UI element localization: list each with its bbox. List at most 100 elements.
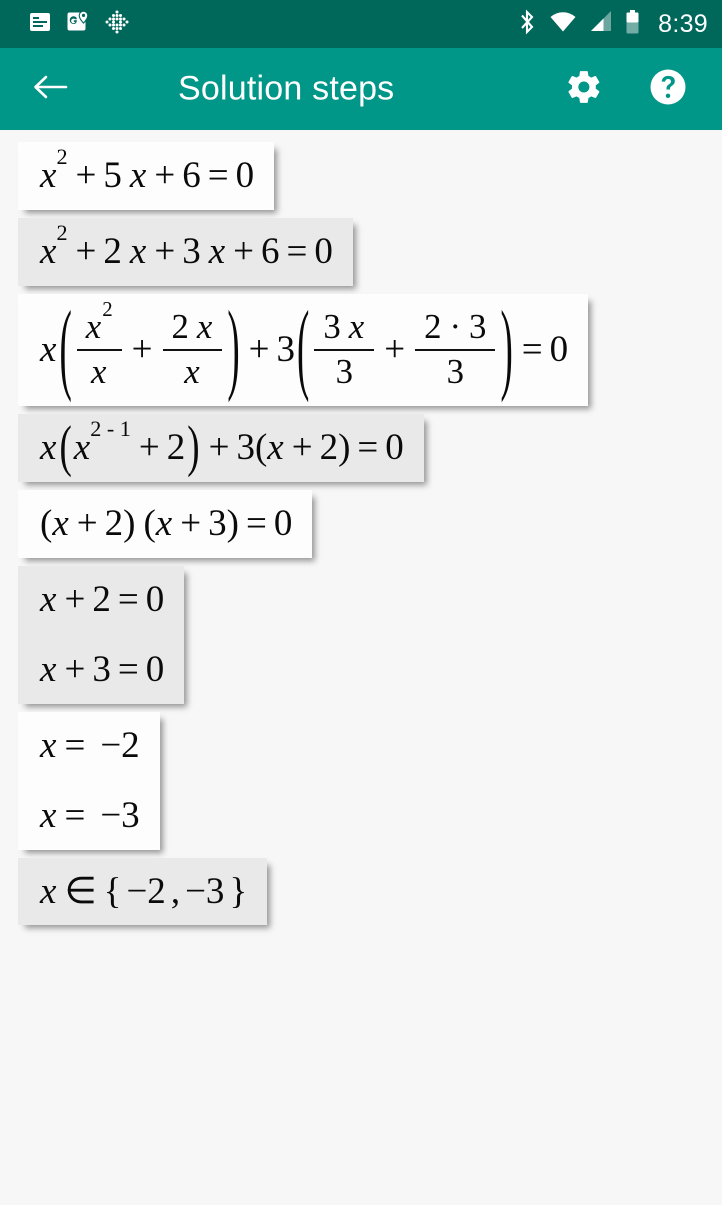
math-variable: x (267, 426, 284, 468)
battery-icon (625, 9, 640, 40)
math-variable: x (40, 724, 57, 766)
math-variable: x2 - 1 (73, 415, 131, 468)
equation-line: x ∈{−2, −3} (40, 870, 247, 912)
math-variable: x (155, 502, 173, 544)
solution-step-card[interactable]: x2 +2 x +3 x +6 = 0 (18, 217, 353, 286)
math-paren: ( (143, 502, 156, 544)
equation-line: x(x2 x +2 x x) +3(3 x 3 +2 · 3 3) = 0 (40, 294, 569, 404)
math-operator: + (154, 230, 176, 272)
math-number: 2 (319, 426, 339, 468)
math-number: 2 (92, 578, 111, 620)
solution-step-card[interactable]: x +2 = 0 x +3 = 0 (18, 565, 185, 704)
math-operator: = (286, 230, 308, 272)
math-fraction: 2 · 3 3 (415, 307, 496, 392)
solution-steps-list[interactable]: x2 +5 x +6 = 0 x2 +2 x +3 x +6 = 0 x(x2 x +2 x x) +3(3 x 3 +2 ·… (0, 130, 722, 1205)
math-number: 3 (236, 426, 255, 468)
math-number: 0 (314, 230, 333, 272)
equation-line: x(x2 - 1 +2) +3(x +2) = 0 (40, 415, 404, 478)
settings-button[interactable] (556, 61, 612, 117)
math-operator: + (384, 328, 406, 370)
math-paren-medium: ) (187, 415, 200, 479)
math-operator: + (180, 502, 202, 544)
solution-step-card[interactable]: x(x2 x +2 x x) +3(3 x 3 +2 · 3 3) = 0 (18, 294, 589, 406)
google-maps-icon (66, 10, 90, 39)
math-operator: + (208, 426, 230, 468)
fraction-denominator: x (184, 351, 200, 391)
math-fraction: 3x3 (314, 307, 375, 392)
status-bar-clock: 8:39 (658, 9, 708, 38)
status-bar-right-icons: 8:39 (517, 8, 708, 40)
solution-step-card[interactable]: (x +2)(x +3) = 0 (18, 489, 313, 558)
cell-signal-icon (589, 9, 613, 40)
math-number: 5 (103, 155, 122, 196)
step-card-row: x ∈{−2, −3} (0, 857, 722, 934)
math-number: −2 (100, 724, 140, 766)
math-operator: + (138, 426, 160, 468)
step-card-row: x(x2 x +2 x x) +3(3 x 3 +2 · 3 3) = 0 (0, 294, 722, 414)
page-title: Solution steps (178, 69, 395, 108)
math-paren: ) (226, 502, 239, 544)
math-number: 3 (92, 648, 111, 690)
dots-diamond-icon (104, 9, 130, 40)
wifi-icon (549, 9, 577, 40)
math-number: 0 (273, 502, 293, 544)
step-card-row: x2 +5 x +6 = 0 (0, 142, 722, 218)
math-number: 0 (549, 328, 569, 370)
step-card-row: x = −2 x = −3 (0, 711, 722, 858)
math-operator: + (131, 328, 153, 370)
math-variable: x (40, 328, 57, 370)
math-paren: ( (254, 426, 268, 468)
back-button[interactable] (22, 61, 78, 117)
math-operator: = (117, 648, 139, 690)
math-operator: + (233, 230, 255, 272)
fraction-numerator: 2x (162, 307, 223, 351)
math-variable: x (40, 794, 57, 836)
equation-line: x2 +5 x +6 = 0 (40, 145, 254, 196)
math-operator: = (521, 328, 543, 370)
math-number: 0 (385, 426, 404, 468)
math-operator: + (154, 155, 176, 196)
math-variable: x (40, 648, 57, 690)
solution-step-card[interactable]: x ∈{−2, −3} (18, 857, 268, 926)
fraction-numerator: 3x (314, 307, 375, 351)
math-paren: ) (123, 502, 136, 544)
help-button[interactable] (640, 61, 696, 117)
solution-step-card[interactable]: x = −2 x = −3 (18, 711, 160, 850)
math-operator: = (207, 155, 229, 196)
math-operator: = (64, 724, 86, 766)
math-paren-large: ( (59, 292, 72, 405)
math-fraction: 2xx (162, 307, 223, 392)
math-paren-large: ( (297, 292, 310, 405)
solution-step-card[interactable]: x(x2 - 1 +2) +3(x +2) = 0 (18, 413, 424, 482)
math-operator: + (248, 328, 270, 370)
equation-line: x +2 = 0 (40, 578, 164, 620)
equation-line: x2 +2 x +3 x +6 = 0 (40, 219, 333, 272)
math-number: 3 (276, 328, 296, 370)
math-exponent: 2 (56, 219, 68, 245)
back-arrow-icon (32, 72, 68, 107)
math-variable: x2 (40, 219, 68, 272)
math-operator: = (245, 502, 267, 544)
step-card-row: (x +2)(x +3) = 0 (0, 489, 722, 566)
status-bar-left-icons (28, 9, 130, 40)
app-bar: Solution steps (0, 48, 722, 130)
help-question-icon (648, 67, 688, 112)
fraction-denominator: 3 (335, 351, 353, 391)
math-operator: = (117, 578, 139, 620)
fraction-numerator: 2 · 3 (415, 307, 496, 351)
math-variable: x (40, 426, 57, 468)
math-paren: ) (338, 426, 351, 468)
math-number: −2 (126, 870, 166, 912)
math-variable: x (129, 155, 147, 196)
math-operator: + (76, 502, 98, 544)
step-card-row: x +2 = 0 x +3 = 0 (0, 565, 722, 712)
math-variable: x (40, 578, 57, 620)
math-number: 2 (104, 502, 124, 544)
math-paren-large: ) (500, 292, 513, 405)
math-variable: x (129, 230, 147, 272)
article-icon (28, 10, 52, 39)
math-paren-large: ) (227, 292, 240, 405)
math-operator: + (75, 230, 97, 272)
math-number: 0 (145, 648, 165, 690)
solution-step-card[interactable]: x2 +5 x +6 = 0 (18, 142, 275, 210)
